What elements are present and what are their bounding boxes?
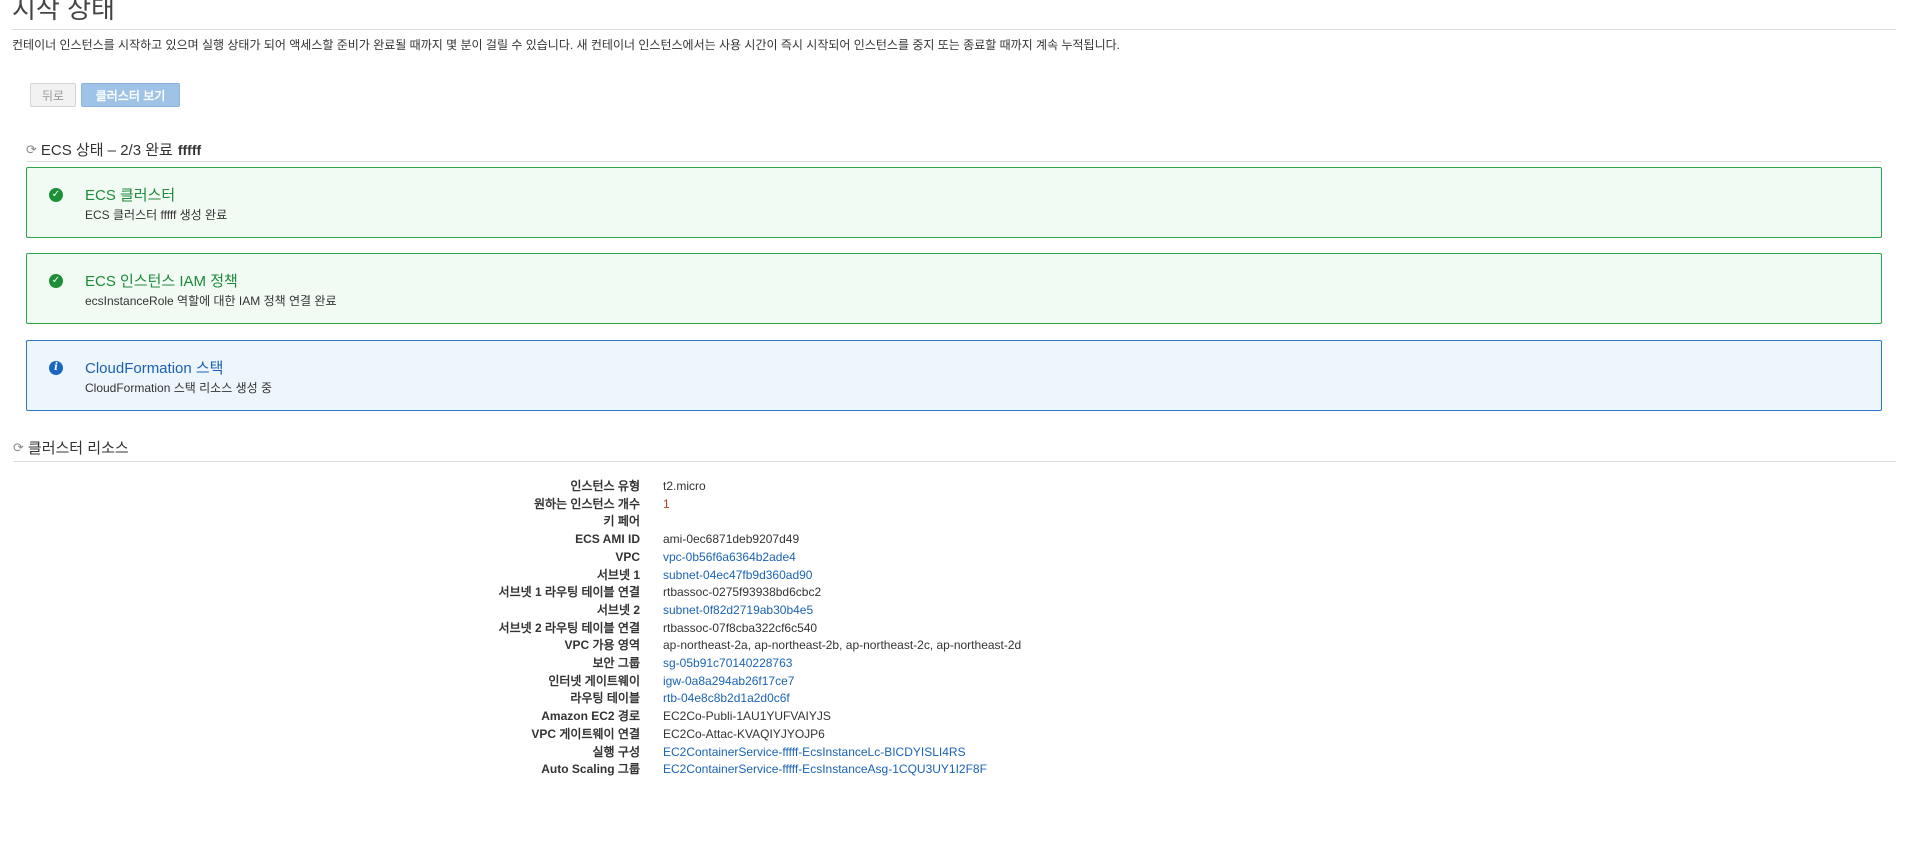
- resource-label: Amazon EC2 경로: [541, 709, 640, 723]
- resource-value: 1: [663, 497, 670, 511]
- title-divider: [12, 29, 1896, 30]
- status-subtitle: ECS 클러스터 fffff 생성 완료: [85, 208, 228, 222]
- resource-label: 서브넷 2: [596, 603, 640, 617]
- resource-link[interactable]: igw-0a8a294ab26f17ce7: [663, 673, 794, 690]
- resource-row: 서브넷 2 subnet-0f82d2719ab30b4e5: [0, 602, 1200, 619]
- status-box-cloudformation: i CloudFormation 스택 CloudFormation 스택 리소…: [26, 340, 1882, 411]
- status-title: CloudFormation 스택: [85, 360, 224, 377]
- status-title: ECS 클러스터: [85, 187, 176, 204]
- resource-label: 인스턴스 유형: [570, 479, 640, 493]
- resource-label: 실행 구성: [592, 745, 641, 759]
- status-subtitle: ecsInstanceRole 역할에 대한 IAM 정책 연결 완료: [85, 294, 337, 308]
- resource-label: VPC 가용 영역: [564, 638, 640, 652]
- resource-value: t2.micro: [663, 479, 706, 493]
- resource-row: 라우팅 테이블 rtb-04e8c8b2d1a2d0c6f: [0, 690, 1200, 707]
- resource-value: EC2Co-Attac-KVAQIYJYOJP6: [663, 727, 825, 741]
- resource-row: Amazon EC2 경로 EC2Co-Publi-1AU1YUFVAIYJS: [0, 708, 1200, 725]
- resource-label: 서브넷 1: [596, 568, 640, 582]
- resource-row: ECS AMI ID ami-0ec6871deb9207d49: [0, 531, 1200, 548]
- back-button[interactable]: 뒤로: [30, 83, 76, 107]
- refresh-icon: ⟳: [26, 141, 37, 157]
- resource-label: VPC: [615, 550, 640, 564]
- page-title: 시작 상태: [12, 0, 115, 24]
- resource-row: 서브넷 1 subnet-04ec47fb9d360ad90: [0, 567, 1200, 584]
- resource-row: 서브넷 2 라우팅 테이블 연결 rtbassoc-07f8cba322cf6c5…: [0, 620, 1200, 637]
- resource-row: Auto Scaling 그룹 EC2ContainerService-fffff…: [0, 761, 1200, 778]
- resource-label: VPC 게이트웨이 연결: [531, 727, 640, 741]
- resource-label: 인터넷 게이트웨이: [548, 674, 640, 688]
- resource-label: 보안 그룹: [592, 656, 641, 670]
- resource-row: VPC 게이트웨이 연결 EC2Co-Attac-KVAQIYJYOJP6: [0, 726, 1200, 743]
- cluster-resources-label: 클러스터 리소스: [27, 440, 129, 457]
- ecs-status-header: ⟳ ECS 상태 – 2/3 완료 fffff: [26, 139, 201, 160]
- resource-label: 원하는 인스턴스 개수: [533, 497, 640, 511]
- resource-value: rtbassoc-07f8cba322cf6c540: [663, 621, 818, 635]
- ecs-cluster-name: fffff: [177, 141, 202, 158]
- resource-link[interactable]: EC2ContainerService-fffff-EcsInstanceLc-…: [663, 744, 966, 761]
- info-circle-icon: i: [49, 361, 63, 375]
- resource-value: ami-0ec6871deb9207d49: [663, 532, 800, 546]
- resource-link[interactable]: subnet-04ec47fb9d360ad90: [663, 567, 812, 584]
- status-title: ECS 인스턴스 IAM 정책: [85, 273, 238, 290]
- resource-label: 키 페어: [603, 514, 640, 528]
- resource-link[interactable]: EC2ContainerService-fffff-EcsInstanceAsg…: [663, 761, 987, 778]
- launch-status-page: 시작 상태 컨테이너 인스턴스를 시작하고 있으며 실행 상태가 되어 액세스할…: [0, 0, 1907, 852]
- resource-label: 서브넷 1 라우팅 테이블 연결: [498, 585, 640, 599]
- resource-row: VPC vpc-0b56f6a6364b2ade4: [0, 549, 1200, 566]
- resource-label: 라우팅 테이블: [570, 691, 640, 705]
- cluster-resources-divider: [13, 461, 1896, 462]
- resource-value: EC2Co-Publi-1AU1YUFVAIYJS: [663, 709, 831, 723]
- resource-row: 인스턴스 유형 t2.micro: [0, 478, 1200, 495]
- resource-row: 실행 구성 EC2ContainerService-fffff-EcsInstan…: [0, 744, 1200, 761]
- resource-value: rtbassoc-0275f93938bd6cbc2: [663, 585, 822, 599]
- resource-label: 서브넷 2 라우팅 테이블 연결: [498, 621, 640, 635]
- resource-link[interactable]: sg-05b91c70140228763: [663, 655, 792, 672]
- resource-link[interactable]: rtb-04e8c8b2d1a2d0c6f: [663, 690, 790, 707]
- status-subtitle: CloudFormation 스택 리소스 생성 중: [85, 381, 273, 395]
- status-box-iam-policy: ✓ ECS 인스턴스 IAM 정책 ecsInstanceRole 역할에 대한…: [26, 253, 1882, 324]
- status-box-ecs-cluster: ✓ ECS 클러스터 ECS 클러스터 fffff 생성 완료: [26, 167, 1882, 238]
- resource-row: 키 페어: [0, 513, 1200, 530]
- resource-row: 서브넷 1 라우팅 테이블 연결 rtbassoc-0275f93938bd6cb…: [0, 584, 1200, 601]
- cluster-resources-header: ⟳ 클러스터 리소스: [13, 437, 129, 458]
- refresh-icon: ⟳: [13, 439, 24, 455]
- resource-link[interactable]: subnet-0f82d2719ab30b4e5: [663, 602, 813, 619]
- check-circle-icon: ✓: [49, 188, 63, 202]
- resource-label: Auto Scaling 그룹: [541, 762, 640, 776]
- check-circle-icon: ✓: [49, 274, 63, 288]
- resource-link[interactable]: vpc-0b56f6a6364b2ade4: [663, 549, 796, 566]
- ecs-status-divider: [26, 161, 1882, 162]
- view-cluster-button[interactable]: 클러스터 보기: [81, 83, 180, 107]
- resource-row: VPC 가용 영역 ap-northeast-2a, ap-northeast-2…: [0, 637, 1200, 654]
- resource-value: ap-northeast-2a, ap-northeast-2b, ap-nor…: [663, 638, 1022, 652]
- resource-label: ECS AMI ID: [575, 532, 640, 546]
- ecs-status-label: ECS 상태 – 2/3 완료: [40, 142, 173, 159]
- resource-row: 보안 그룹 sg-05b91c70140228763: [0, 655, 1200, 672]
- resource-row: 인터넷 게이트웨이 igw-0a8a294ab26f17ce7: [0, 673, 1200, 690]
- page-description: 컨테이너 인스턴스를 시작하고 있으며 실행 상태가 되어 액세스할 준비가 완…: [12, 38, 1121, 52]
- resource-row: 원하는 인스턴스 개수 1: [0, 496, 1200, 513]
